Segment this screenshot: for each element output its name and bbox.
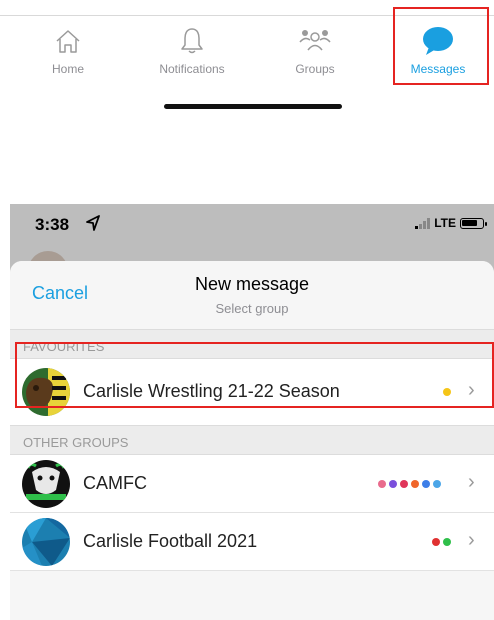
- home-indicator: [164, 104, 342, 109]
- highlight-box-favourite-group: [15, 342, 494, 408]
- color-dot: [433, 480, 441, 488]
- battery-icon: [460, 217, 487, 229]
- group-name: Carlisle Football 2021: [83, 531, 258, 551]
- network-label: LTE: [434, 216, 456, 230]
- bell-icon: [137, 24, 247, 58]
- member-color-dots: [432, 538, 451, 546]
- tab-home-label: Home: [51, 62, 84, 76]
- tab-groups-label: Groups: [295, 62, 335, 76]
- color-dot: [378, 480, 386, 488]
- group-name: CAMFC: [83, 473, 147, 493]
- sheet-header: Cancel New message Select group: [10, 261, 494, 329]
- color-dot: [411, 480, 419, 488]
- sheet-subtitle: Select group: [215, 301, 289, 316]
- color-dot: [432, 538, 440, 546]
- section-header-other-groups: OTHER GROUPS: [10, 425, 494, 455]
- status-bar: 3:38 LTE: [10, 204, 494, 250]
- group-avatar: [22, 518, 70, 566]
- groups-icon: [260, 24, 370, 58]
- bottom-tab-bar: Home Notifications Groups Messages: [0, 0, 494, 90]
- group-row[interactable]: CAMFC ›: [10, 455, 494, 513]
- chevron-right-icon: ›: [468, 529, 475, 551]
- group-avatar: [22, 460, 70, 508]
- tab-groups[interactable]: Groups: [260, 24, 370, 84]
- color-dot: [389, 480, 397, 488]
- sheet-title: New message: [194, 274, 310, 294]
- tab-home[interactable]: Home: [13, 24, 123, 84]
- status-time: 3:38: [35, 215, 70, 234]
- tab-notifications[interactable]: Notifications: [137, 24, 247, 84]
- location-arrow-icon: [86, 215, 100, 236]
- home-icon: [13, 24, 123, 58]
- screenshot: Home Notifications Groups Messages 3:38 …: [0, 0, 494, 620]
- color-dot: [443, 538, 451, 546]
- member-color-dots: [378, 480, 441, 488]
- new-message-sheet: Cancel New message Select group FAVOURIT…: [10, 261, 494, 620]
- tab-notifications-label: Notifications: [159, 62, 225, 76]
- highlight-box-messages: [393, 7, 489, 85]
- status-right: LTE: [415, 216, 487, 230]
- phone-screen: 3:38 LTE Cancel New message Select group: [10, 204, 494, 620]
- group-row[interactable]: Carlisle Football 2021 ›: [10, 513, 494, 571]
- signal-icon: [415, 217, 431, 229]
- chevron-right-icon: ›: [468, 471, 475, 493]
- color-dot: [422, 480, 430, 488]
- color-dot: [400, 480, 408, 488]
